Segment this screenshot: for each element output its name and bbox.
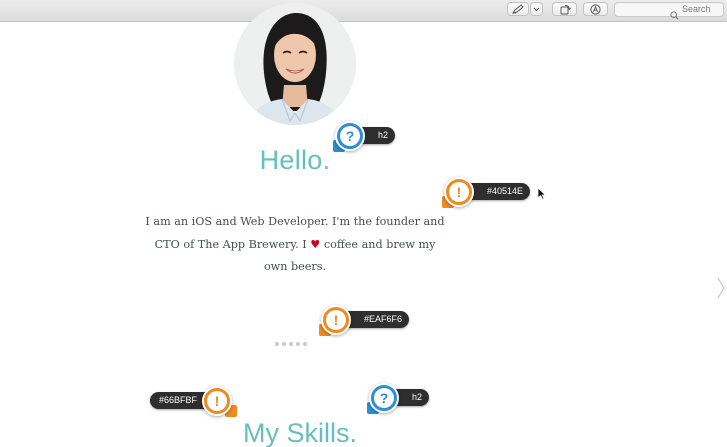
chevron-right-icon [717, 277, 725, 299]
heart-icon: ♥ [310, 237, 321, 251]
hello-heading: Hello. [259, 145, 331, 175]
alert-icon: ! [321, 305, 351, 335]
browser-page: Search h2 ? Hello. #40514E ! I am an iOS… [0, 0, 727, 447]
search-field[interactable]: Search [614, 2, 724, 20]
help-icon: ? [369, 383, 399, 413]
skills-heading: My Skills. [243, 418, 357, 447]
carousel-dot[interactable] [275, 342, 279, 346]
carousel-dot[interactable] [289, 342, 293, 346]
next-page-button[interactable] [716, 277, 726, 303]
rotate-icon [559, 4, 571, 15]
markup-pen-icon [512, 4, 524, 14]
annotate-button[interactable] [583, 2, 608, 16]
avatar [234, 3, 356, 125]
alert-icon: ! [202, 386, 232, 416]
markup-dropdown-button[interactable] [530, 2, 543, 16]
carousel-dot[interactable] [282, 342, 286, 346]
search-placeholder: Search [682, 4, 711, 14]
bio-paragraph: I am an iOS and Web Developer. I'm the f… [145, 211, 445, 279]
annotate-icon [590, 3, 601, 15]
mouse-cursor [537, 185, 547, 204]
chevron-down-icon [533, 7, 540, 12]
carousel-dot[interactable] [296, 342, 300, 346]
alert-icon: ! [444, 177, 474, 207]
carousel-dot[interactable] [303, 342, 307, 346]
markup-button[interactable] [507, 2, 529, 16]
rotate-button[interactable] [552, 2, 577, 16]
window-toolbar: Search [0, 0, 727, 22]
carousel-dots [275, 342, 307, 346]
search-icon [670, 5, 679, 24]
profile-photo [234, 3, 356, 125]
